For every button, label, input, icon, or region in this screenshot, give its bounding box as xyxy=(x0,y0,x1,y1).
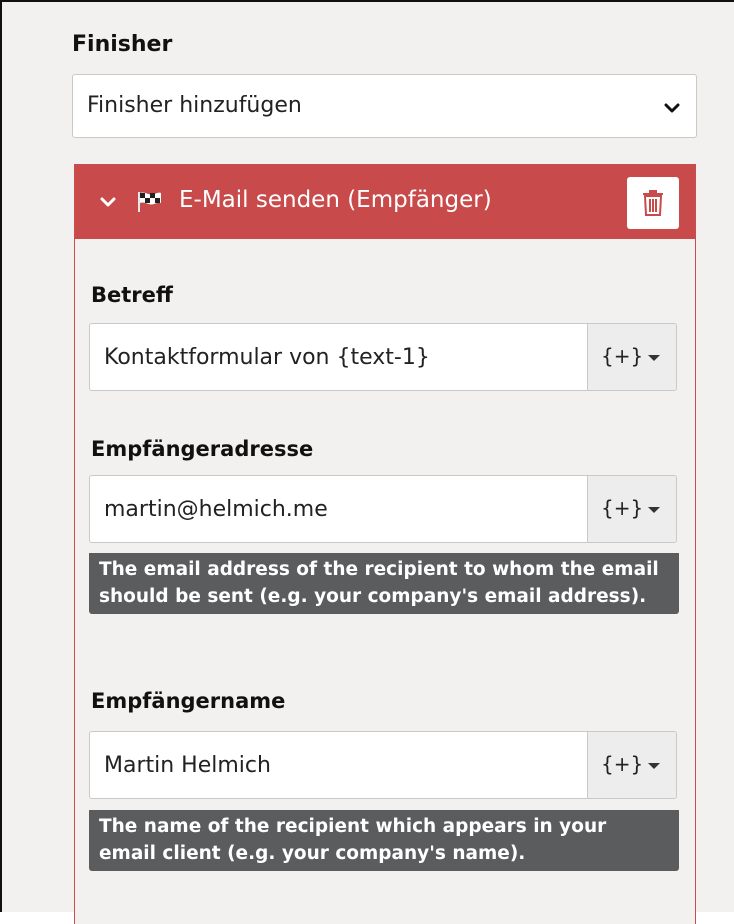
recipient-address-help: The email address of the recipient to wh… xyxy=(89,553,679,614)
subject-placeholder-dropdown[interactable]: {+} xyxy=(587,323,677,391)
email-finisher-title: E-Mail senden (Empfänger) xyxy=(179,187,492,213)
subject-input[interactable] xyxy=(89,323,587,391)
caret-down-icon xyxy=(648,355,660,361)
add-finisher-select-label: Finisher hinzufügen xyxy=(87,93,302,118)
recipient-address-placeholder-dropdown[interactable]: {+} xyxy=(587,475,677,543)
placeholder-insert-label: {+} xyxy=(601,496,644,520)
recipient-name-help: The name of the recipient which appears … xyxy=(89,810,679,871)
placeholder-insert-label: {+} xyxy=(601,752,644,776)
trash-icon xyxy=(643,190,663,216)
recipient-address-label: Empfängeradresse xyxy=(91,437,314,461)
finisher-panel: Finisher Finisher hinzufügen E-Mail send… xyxy=(2,2,734,924)
finisher-section-title: Finisher xyxy=(72,32,173,57)
recipient-address-input-group: {+} xyxy=(89,475,679,543)
subject-input-group: {+} xyxy=(89,323,679,391)
recipient-name-input[interactable] xyxy=(89,731,587,799)
chevron-down-icon xyxy=(664,99,680,118)
recipient-address-input[interactable] xyxy=(89,475,587,543)
add-finisher-select[interactable]: Finisher hinzufügen xyxy=(72,74,697,138)
checkered-flag-icon xyxy=(137,191,163,217)
collapse-chevron-icon[interactable] xyxy=(99,193,117,211)
recipient-name-label: Empfängername xyxy=(91,689,286,713)
subject-label: Betreff xyxy=(91,283,173,307)
recipient-name-input-group: {+} xyxy=(89,731,679,799)
email-finisher-box: E-Mail senden (Empfänger) Betreff {+} xyxy=(74,164,696,924)
email-finisher-header: E-Mail senden (Empfänger) xyxy=(75,165,695,239)
delete-finisher-button[interactable] xyxy=(627,177,679,229)
caret-down-icon xyxy=(648,507,660,513)
recipient-name-placeholder-dropdown[interactable]: {+} xyxy=(587,731,677,799)
caret-down-icon xyxy=(648,763,660,769)
placeholder-insert-label: {+} xyxy=(601,344,644,368)
